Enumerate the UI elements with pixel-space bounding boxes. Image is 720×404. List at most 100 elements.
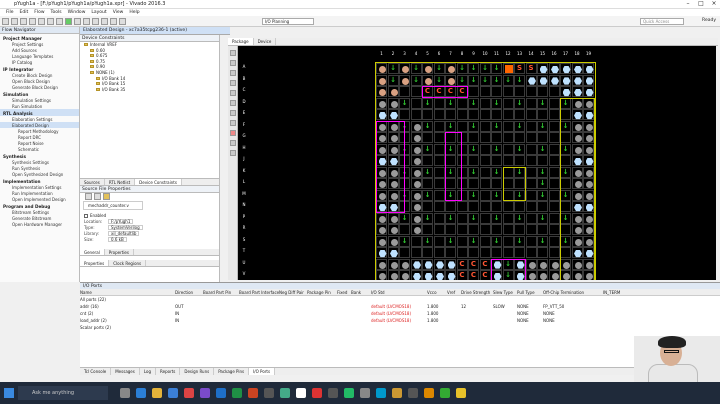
library-field[interactable]: xil_defaultlib <box>108 231 140 236</box>
powerpoint-icon[interactable] <box>248 388 258 398</box>
menu-help[interactable]: Help <box>129 10 139 15</box>
settings-icon[interactable] <box>92 17 99 25</box>
close-icon[interactable]: × <box>708 0 720 8</box>
table-row[interactable]: Scalar ports (2) <box>80 324 720 331</box>
nav-section-synthesis[interactable]: Synthesis <box>0 152 79 159</box>
zoom-in-icon[interactable] <box>230 50 236 56</box>
io-col-header[interactable]: Board Part Pin <box>203 289 239 295</box>
mark-icon[interactable] <box>230 140 236 146</box>
save-icon[interactable] <box>20 17 27 25</box>
media-icon[interactable] <box>184 388 194 398</box>
file-icon[interactable] <box>103 193 110 200</box>
back-icon[interactable] <box>85 193 92 200</box>
tab-reports[interactable]: Reports <box>156 368 181 375</box>
copy-icon[interactable] <box>47 17 54 25</box>
table-row[interactable]: cnt (2) IN default (LVCMOS18) 1.800 NONE NONE <box>80 310 720 317</box>
tree-item-bank-35[interactable]: I/O Bank 35 <box>84 87 219 93</box>
tab-properties-bottom[interactable]: Properties <box>80 260 110 266</box>
nav-section-rtl-analysis[interactable]: RTL Analysis <box>0 109 79 116</box>
app5-icon[interactable] <box>344 388 354 398</box>
open-icon[interactable] <box>11 17 18 25</box>
tab-rtl-netlist[interactable]: RTL Netlist <box>105 179 136 185</box>
word-icon[interactable] <box>216 388 226 398</box>
io-col-header[interactable]: Board Part Interface <box>239 289 279 295</box>
tab-clock-regions[interactable]: Clock Regions <box>109 260 147 266</box>
io-col-header[interactable]: IN_TERM <box>603 289 633 295</box>
menu-flow[interactable]: Flow <box>34 10 44 15</box>
highlight-icon[interactable] <box>230 130 236 136</box>
select-area-icon[interactable] <box>230 80 236 86</box>
tab-device[interactable]: Device <box>254 38 277 45</box>
tab-device-constraints[interactable]: Device Constraints <box>135 179 182 185</box>
table-row[interactable]: load_addr (2) IN default (LVCMOS18) 1.800 NO… <box>80 317 720 324</box>
zoom-out-icon[interactable] <box>230 60 236 66</box>
app10-icon[interactable] <box>424 388 434 398</box>
undo-icon[interactable] <box>29 17 36 25</box>
io-col-header[interactable]: Drive Strength <box>461 289 493 295</box>
maximize-icon[interactable]: □ <box>695 0 707 8</box>
tab-tcl-console[interactable]: Tcl Console <box>80 368 112 375</box>
taskbar-search[interactable]: Ask me anything <box>18 386 108 400</box>
io-col-header[interactable]: Package Pin <box>307 289 337 295</box>
nav-section-implementation[interactable]: Implementation <box>0 177 79 184</box>
new-icon[interactable] <box>2 17 9 25</box>
tab-package-pins[interactable]: Package Pins <box>214 368 250 375</box>
menu-tools[interactable]: Tools <box>51 10 62 15</box>
menu-layout[interactable]: Layout <box>91 10 106 15</box>
nav-section-program-debug[interactable]: Program and Debug <box>0 202 79 209</box>
io-col-header[interactable]: Direction <box>175 289 203 295</box>
excel-icon[interactable] <box>232 388 242 398</box>
tab-general[interactable]: General <box>80 249 105 255</box>
forward-icon[interactable] <box>94 193 101 200</box>
tab-io-ports[interactable]: I/O Ports <box>249 368 276 375</box>
onenote-icon[interactable] <box>200 388 210 398</box>
show-banks-icon[interactable] <box>230 100 236 106</box>
io-col-header[interactable]: Bank <box>351 289 371 295</box>
io-col-header[interactable]: Vref <box>447 289 461 295</box>
nav-section-ip-integrator[interactable]: IP Integrator <box>0 65 79 72</box>
fit-icon[interactable] <box>110 17 117 25</box>
menu-view[interactable]: View <box>113 10 124 15</box>
minimize-icon[interactable]: – <box>682 0 694 8</box>
chrome-icon[interactable] <box>296 388 306 398</box>
tab-design-runs[interactable]: Design Runs <box>180 368 215 375</box>
io-col-header[interactable]: Slew Type <box>493 289 517 295</box>
type-field[interactable]: SystemVerilog <box>108 225 143 230</box>
io-col-header[interactable]: Vcco <box>427 289 447 295</box>
io-col-header[interactable]: Fixed <box>337 289 351 295</box>
quick-access-input[interactable]: Quick Access <box>640 18 684 25</box>
delete-icon[interactable] <box>56 17 63 25</box>
enabled-checkbox[interactable] <box>84 214 88 218</box>
show-differential-icon[interactable] <box>230 120 236 126</box>
app9-icon[interactable] <box>408 388 418 398</box>
io-col-header[interactable]: Name <box>80 289 175 295</box>
package-pin-grid[interactable]: 1 2 3 4 5 6 7 8 9 10 11 12 13 14 15 16 17 18 19 A B C D E F G H J K L… <box>238 46 716 280</box>
redo-icon[interactable] <box>38 17 45 25</box>
app3-icon[interactable] <box>312 388 322 398</box>
nav-section-simulation[interactable]: Simulation <box>0 90 79 97</box>
table-row[interactable]: All ports (22) <box>80 296 720 303</box>
tab-log[interactable]: Log <box>140 368 157 375</box>
app8-icon[interactable] <box>392 388 402 398</box>
location-field[interactable]: F:/pYugh1 <box>108 219 134 224</box>
nav-item-open-hardware-manager[interactable]: Open Hardware Manager <box>0 221 79 227</box>
menu-window[interactable]: Window <box>68 10 86 15</box>
app11-icon[interactable] <box>440 388 450 398</box>
layout-select[interactable]: I/O Planning <box>262 18 314 25</box>
run-icon[interactable] <box>65 17 72 25</box>
show-clock-icon[interactable] <box>230 110 236 116</box>
vivado-icon[interactable] <box>456 388 466 398</box>
io-col-header[interactable]: Off-Chip Termination <box>543 289 603 295</box>
zoom-icon[interactable] <box>101 17 108 25</box>
tab-messages[interactable]: Messages <box>111 368 140 375</box>
step-icon[interactable] <box>74 17 81 25</box>
table-row[interactable]: addr (16) OUT default (LVCMOS18) 1.800 12 SLO… <box>80 303 720 310</box>
app6-icon[interactable] <box>360 388 370 398</box>
autoplace-icon[interactable] <box>230 90 236 96</box>
app4-icon[interactable] <box>328 388 338 398</box>
app-icon[interactable] <box>264 388 274 398</box>
tab-properties[interactable]: Properties <box>105 249 134 255</box>
zoom-fit-icon[interactable] <box>230 70 236 76</box>
task-view-icon[interactable] <box>120 388 130 398</box>
app2-icon[interactable] <box>280 388 290 398</box>
